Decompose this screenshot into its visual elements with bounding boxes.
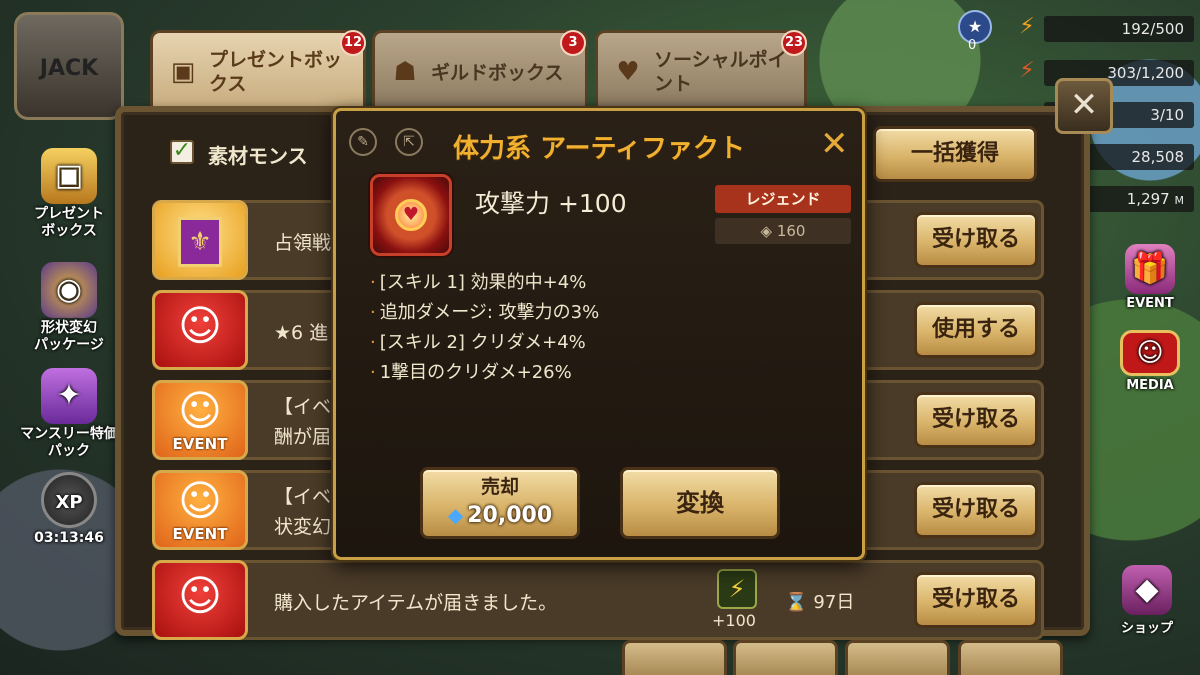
substat-line: · 1撃目のクリダメ+26% xyxy=(370,358,572,384)
tab-label: プレゼントボックス xyxy=(209,48,343,95)
side-menu-present-box[interactable]: ▣ プレゼント ボックス xyxy=(14,148,124,240)
artifact-main-stat: 攻撃力 +100 xyxy=(475,189,627,218)
use-button[interactable]: 使用する xyxy=(914,302,1038,358)
tab-badge: 12 xyxy=(340,30,366,56)
player-avatar[interactable]: JACK xyxy=(14,12,124,120)
smile-icon: ☺ xyxy=(152,560,248,640)
xp-boost-timer: 03:13:46 xyxy=(34,530,104,546)
popup-close-button[interactable]: ✕ xyxy=(820,124,849,164)
artifact-power: ◈ 160 xyxy=(715,218,851,244)
power-diamond-icon: ◈ xyxy=(760,222,773,240)
grade-badge: レジェンド xyxy=(715,185,851,213)
substat-line: · 追加ダメージ: 攻撃力の3% xyxy=(370,298,599,324)
item-quantity: +100 xyxy=(712,611,756,630)
expire-days: 97日 xyxy=(813,592,855,613)
artifact-title: 体力系 アーティファクト xyxy=(453,134,745,164)
side-menu-xp-boost[interactable]: XP 03:13:46 xyxy=(14,472,124,546)
tab-label: ギルドボックス xyxy=(431,62,564,84)
energy-item-icon: ⚡ xyxy=(717,569,757,609)
substat-text: 追加ダメージ: 攻撃力の3% xyxy=(379,302,600,323)
eye-emblem-icon: ◉ xyxy=(41,262,97,318)
right-menu-shop[interactable]: ◆ ショップ xyxy=(1098,565,1196,636)
event-tag: EVENT xyxy=(172,525,228,543)
tv-icon: ☺ xyxy=(1120,330,1180,376)
tab-guild-box[interactable]: ☗ ギルドボックス xyxy=(372,30,588,110)
substat-text: [スキル 1] 効果的中+4% xyxy=(379,272,587,293)
right-menu-label: MEDIA xyxy=(1126,378,1174,393)
substat-text: [スキル 2] クリダメ+4% xyxy=(379,332,586,353)
tab-badge: 3 xyxy=(560,30,586,56)
hourglass-icon: ⌛ xyxy=(785,592,808,613)
bottom-nav-tab[interactable] xyxy=(733,640,838,675)
bottom-nav-tab[interactable] xyxy=(958,640,1063,675)
material-monster-label: 素材モンス xyxy=(208,144,308,168)
convert-button[interactable]: 変換 xyxy=(620,467,780,539)
substat-line: · [スキル 2] クリダメ+4% xyxy=(370,328,586,354)
right-menu-event[interactable]: 🎁 EVENT xyxy=(1110,244,1190,311)
side-menu-transmog-package[interactable]: ◉ 形状変幻 パッケージ xyxy=(14,262,124,354)
smile-icon: ☺ xyxy=(152,290,248,370)
receive-button[interactable]: 受け取る xyxy=(914,392,1038,448)
bottom-nav-tab[interactable] xyxy=(622,640,727,675)
side-menu-label: マンスリー特価 パック xyxy=(20,426,118,459)
glory-suffix: M xyxy=(1174,194,1185,207)
side-menu-monthly-pack[interactable]: ✦ マンスリー特価 パック xyxy=(14,368,124,460)
right-menu-media[interactable]: ☺ MEDIA xyxy=(1110,330,1190,393)
guild-banner-icon: ⚜ xyxy=(152,200,248,280)
right-menu-label: EVENT xyxy=(1126,296,1174,311)
chest-tab-icon: ▣ xyxy=(170,56,196,87)
mana-crystal-icon: ◆ xyxy=(447,503,464,527)
receive-button[interactable]: 受け取る xyxy=(914,482,1038,538)
substat-line: · [スキル 1] 効果的中+4% xyxy=(370,268,586,294)
tab-badge: 23 xyxy=(781,30,807,56)
receive-button[interactable]: 受け取る xyxy=(914,212,1038,268)
sell-price: ◆ 20,000 xyxy=(423,500,577,531)
energy-bolt-icon: ⚡ xyxy=(1019,14,1035,39)
sell-label: 売却 xyxy=(480,476,519,498)
player-avatar-name: JACK xyxy=(39,56,99,81)
bottom-nav-tab[interactable] xyxy=(845,640,950,675)
glory-value: 1,297 xyxy=(1126,190,1170,208)
scroll-pack-icon: ✦ xyxy=(41,368,97,424)
artifact-icon: ♥ xyxy=(370,174,452,256)
event-tag: EVENT xyxy=(172,435,228,453)
mail-row-text: ★6 進 xyxy=(274,322,329,344)
mail-row-text: 購入したアイテムが届きました。 xyxy=(274,592,558,614)
event-smile-icon: ☺ EVENT xyxy=(152,470,248,550)
side-menu-label: プレゼント ボックス xyxy=(34,206,104,239)
mail-row-text: 占領戦 xyxy=(274,232,332,254)
substat-text: 1撃目のクリダメ+26% xyxy=(379,362,572,383)
sell-button[interactable]: 売却 ◆ 20,000 xyxy=(420,467,580,539)
right-menu-label: ショップ xyxy=(1120,621,1173,636)
treasure-chest-icon: ▣ xyxy=(41,148,97,204)
gift-icon: 🎁 xyxy=(1125,244,1175,294)
material-monster-checkbox[interactable]: ✓ xyxy=(170,140,194,164)
tab-present-box[interactable]: ▣ プレゼントボックス xyxy=(150,30,366,110)
heart-tab-icon: ♥ xyxy=(616,56,640,87)
sell-price-value: 20,000 xyxy=(467,503,553,528)
energy-counter[interactable]: 192/500 xyxy=(1044,16,1194,42)
bullet-icon: · xyxy=(370,332,376,353)
side-menu-label: 形状変幻 パッケージ xyxy=(34,320,104,353)
expire-info: ⌛ 97日 xyxy=(785,588,854,614)
bullet-icon: · xyxy=(370,362,376,383)
collect-all-button[interactable]: 一括獲得 xyxy=(873,126,1037,182)
arena-wing-icon: ⚡ xyxy=(1019,58,1035,83)
heart-gem-icon: ♥ xyxy=(395,199,427,231)
bullet-icon: · xyxy=(370,302,376,323)
guild-tab-icon: ☗ xyxy=(393,56,417,87)
bullet-icon: · xyxy=(370,272,376,293)
arena-rank-count: 0 xyxy=(968,38,977,53)
artifact-power-value: 160 xyxy=(776,222,806,240)
tab-label: ソーシャルポイント xyxy=(654,48,787,95)
mailbox-close-button[interactable]: ✕ xyxy=(1055,78,1113,134)
close-icon: ✕ xyxy=(820,124,849,164)
event-smile-icon: ☺ EVENT xyxy=(152,380,248,460)
crystal-shop-icon: ◆ xyxy=(1122,565,1172,615)
receive-button[interactable]: 受け取る xyxy=(914,572,1038,628)
tab-social-points[interactable]: ♥ ソーシャルポイント xyxy=(595,30,807,110)
xp-icon: XP xyxy=(41,472,97,528)
close-icon: ✕ xyxy=(1069,85,1099,125)
